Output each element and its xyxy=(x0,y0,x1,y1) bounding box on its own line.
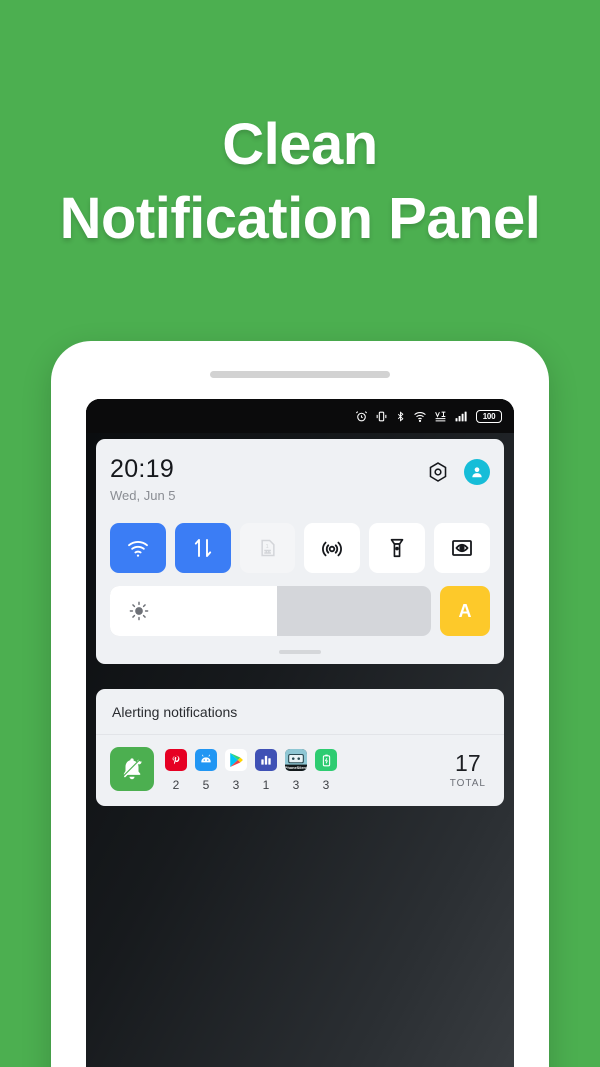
tile-eye-comfort[interactable] xyxy=(434,523,490,573)
svg-text:PhoneSilent: PhoneSilent xyxy=(285,766,307,770)
tile-hotspot[interactable] xyxy=(304,523,361,573)
bar-chart-icon xyxy=(255,749,277,771)
total-label: TOTAL xyxy=(449,777,486,789)
tile-sim-card[interactable]: 1 xyxy=(239,523,296,573)
auto-brightness-button[interactable]: A xyxy=(440,586,490,636)
brightness-slider[interactable] xyxy=(110,586,431,636)
wifi-icon xyxy=(127,541,148,557)
google-play-icon xyxy=(225,749,247,771)
clock-date: Wed, Jun 5 xyxy=(110,488,176,503)
bell-muted-icon[interactable] xyxy=(110,747,154,791)
hexagon-gear-icon[interactable] xyxy=(427,461,449,483)
battery-level-label: 100 xyxy=(482,411,496,421)
headline-line-1: Clean xyxy=(222,112,378,177)
tile-wifi[interactable] xyxy=(110,523,166,573)
earpiece-speaker xyxy=(210,371,390,378)
wifi-icon xyxy=(414,411,426,422)
sun-icon xyxy=(129,601,149,621)
tile-mobile-data[interactable] xyxy=(174,523,231,573)
quick-settings-tiles: 1 xyxy=(110,523,490,573)
app-count: 3 xyxy=(232,778,240,792)
list-item[interactable]: 3 xyxy=(225,749,247,792)
hotspot-icon xyxy=(322,541,343,557)
app-count: 1 xyxy=(262,778,270,792)
app-count: 2 xyxy=(172,778,180,792)
brightness-row: A xyxy=(110,586,490,636)
quick-settings-header: 20:19 Wed, Jun 5 xyxy=(110,455,490,503)
headline-line-2: Notification Panel xyxy=(59,186,541,251)
app-count: 3 xyxy=(292,778,300,792)
user-avatar-icon[interactable] xyxy=(464,459,490,485)
list-item[interactable]: 5 xyxy=(195,749,217,792)
eye-screen-icon xyxy=(452,540,472,556)
volte-icon xyxy=(435,411,446,421)
alarm-icon xyxy=(355,410,368,421)
list-item[interactable]: PhoneSilent 3 xyxy=(285,749,307,792)
tile-flashlight[interactable] xyxy=(369,523,426,573)
list-item[interactable]: 2 xyxy=(165,749,187,792)
status-bar: 100 xyxy=(86,399,514,433)
svg-text:1: 1 xyxy=(265,544,268,550)
data-transfer-icon xyxy=(194,539,211,557)
android-icon xyxy=(195,749,217,771)
clock-block: 20:19 Wed, Jun 5 xyxy=(110,455,176,503)
header-actions xyxy=(427,459,490,485)
bluetooth-icon xyxy=(397,410,404,422)
panel-drag-handle[interactable] xyxy=(279,650,321,654)
notifications-section-title: Alerting notifications xyxy=(96,689,504,735)
app-count: 5 xyxy=(202,778,210,792)
auto-brightness-label: A xyxy=(458,600,472,621)
clock-time: 20:19 xyxy=(110,455,175,483)
notifications-total: 17 TOTAL xyxy=(450,751,488,789)
total-value: 17 xyxy=(455,749,481,776)
phone-mockup: 100 20:19 Wed, Jun 5 1 A Alerting notifi… xyxy=(51,341,549,1067)
promo-screenshot: Clean Notification Panel 100 20:19 Wed, … xyxy=(0,0,600,1067)
app-count: 3 xyxy=(322,778,330,792)
quick-settings-panel: 20:19 Wed, Jun 5 1 A xyxy=(96,439,504,664)
phone-screen: 100 20:19 Wed, Jun 5 1 A Alerting notifi… xyxy=(86,399,514,1067)
device-icon: PhoneSilent xyxy=(285,749,307,771)
battery-indicator: 100 xyxy=(476,409,502,423)
flashlight-icon xyxy=(390,538,404,558)
notification-app-list: 2 5 3 1 PhoneSilent 3 3 xyxy=(165,747,337,792)
battery-app-icon xyxy=(315,749,337,771)
list-item[interactable]: 1 xyxy=(255,749,277,792)
signal-icon xyxy=(455,411,467,421)
page-title: Clean Notification Panel xyxy=(0,108,600,256)
pinterest-icon xyxy=(165,749,187,771)
list-item[interactable]: 3 xyxy=(315,749,337,792)
notifications-summary-left: 2 5 3 1 PhoneSilent 3 3 xyxy=(110,747,337,792)
sim-card-icon: 1 xyxy=(260,539,275,557)
vibrate-icon xyxy=(376,411,387,421)
notifications-card: Alerting notifications 2 5 3 1 PhoneSile… xyxy=(96,689,504,806)
notifications-summary-row[interactable]: 2 5 3 1 PhoneSilent 3 3 17 TOTAL xyxy=(96,735,504,806)
